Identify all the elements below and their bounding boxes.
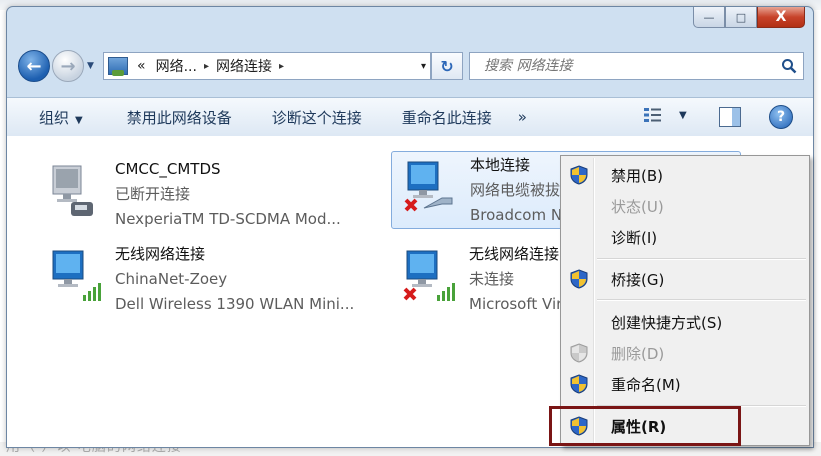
- connection-text: 本地连接 网络电缆被拔出 Broadcom NetLink: [470, 153, 570, 228]
- uac-shield-icon: [570, 165, 588, 185]
- menu-item-create-shortcut[interactable]: 创建快捷方式(S): [561, 307, 809, 337]
- more-commands-button[interactable]: »: [506, 108, 541, 126]
- help-button[interactable]: ?: [769, 105, 793, 129]
- uac-shield-icon: [570, 374, 588, 394]
- menu-item-label: 删除(D): [611, 344, 665, 363]
- connection-device: Microsoft Virtual: [469, 295, 569, 313]
- menu-item-label: 状态(U): [611, 197, 664, 216]
- connection-text: 无线网络连接 ChinaNet-Zoey Dell Wireless 1390 …: [115, 242, 354, 317]
- menu-item-label: 重命名(M): [611, 375, 681, 394]
- refresh-button[interactable]: ↻: [431, 52, 463, 80]
- uac-shield-icon: [570, 343, 588, 363]
- search-input[interactable]: [482, 57, 775, 75]
- view-details-icon: [644, 108, 661, 122]
- disable-device-label: 禁用此网络设备: [126, 108, 232, 127]
- close-button[interactable]: X: [757, 7, 805, 28]
- network-folder-icon: [108, 57, 128, 76]
- breadcrumb-separator-icon[interactable]: ▸: [277, 61, 286, 72]
- connection-text: 无线网络连接 未连接 Microsoft Virtual: [469, 242, 569, 317]
- preview-pane-button[interactable]: [719, 107, 741, 127]
- caption-buttons: — □ X: [693, 7, 805, 29]
- chevron-down-icon: ▼: [75, 114, 83, 126]
- diagnose-label: 诊断这个连接: [271, 108, 362, 127]
- menu-item-label: 禁用(B): [611, 166, 663, 185]
- menu-item-delete[interactable]: 删除(D): [561, 338, 809, 368]
- connection-item-wireless-1[interactable]: 无线网络连接 ChinaNet-Zoey Dell Wireless 1390 …: [37, 241, 367, 313]
- diagnose-button[interactable]: 诊断这个连接: [246, 107, 376, 128]
- address-bar[interactable]: « 网络... ▸ 网络连接 ▸ ▾: [103, 52, 431, 80]
- uac-shield-icon: [570, 269, 588, 289]
- connection-device: Broadcom NetLink: [470, 206, 570, 224]
- wireless-connection-icon: [52, 250, 101, 301]
- more-icon: »: [517, 108, 527, 126]
- chevron-down-icon: ▼: [679, 109, 687, 121]
- connection-name: 无线网络连接: [469, 245, 560, 263]
- connection-status: 未连接: [469, 270, 515, 288]
- rename-label: 重命名此连接: [401, 108, 492, 127]
- organize-menu[interactable]: 组织 ▼: [7, 107, 97, 128]
- connection-name: 无线网络连接: [115, 245, 206, 263]
- menu-separator: [597, 258, 806, 260]
- ethernet-connection-icon: [404, 161, 453, 212]
- menu-item-diagnose[interactable]: 诊断(I): [561, 222, 809, 252]
- connection-status: ChinaNet-Zoey: [115, 270, 228, 288]
- annotation-highlight-box: [549, 406, 741, 446]
- address-dropdown-icon[interactable]: ▾: [421, 61, 426, 72]
- modem-connection-icon: [52, 165, 93, 216]
- refresh-icon: ↻: [440, 56, 454, 76]
- back-arrow-icon: ←: [26, 55, 42, 77]
- breadcrumb-network-connections[interactable]: 网络连接: [211, 56, 277, 76]
- search-icon[interactable]: [775, 58, 803, 74]
- context-menu: 禁用(B) 状态(U) 诊断(I) 桥接(G) 创建快捷方式(S) 删除(D) …: [560, 155, 810, 446]
- menu-item-rename[interactable]: 重命名(M): [561, 369, 809, 399]
- connection-name: CMCC_CMTDS: [115, 160, 221, 178]
- breadcrumb-separator-icon[interactable]: ▸: [202, 61, 211, 72]
- search-box[interactable]: [469, 52, 804, 80]
- forward-arrow-icon: →: [60, 55, 76, 77]
- menu-separator: [597, 299, 806, 301]
- menu-item-label: 桥接(G): [611, 270, 665, 289]
- menu-item-status[interactable]: 状态(U): [561, 191, 809, 221]
- connection-name: 本地连接: [470, 156, 531, 174]
- menu-item-label: 创建快捷方式(S): [611, 313, 723, 332]
- maximize-icon: □: [735, 10, 747, 24]
- connection-item-wireless-2[interactable]: 无线网络连接 未连接 Microsoft Virtual: [391, 241, 571, 313]
- breadcrumb-network[interactable]: 网络...: [151, 56, 202, 76]
- recent-pages-dropdown[interactable]: ▼: [87, 61, 94, 71]
- wireless-connection-icon: [403, 250, 455, 301]
- menu-item-label: 诊断(I): [611, 228, 658, 247]
- organize-label: 组织: [39, 108, 70, 127]
- connection-status: 网络电缆被拔出: [470, 181, 570, 199]
- change-view-button[interactable]: ▼: [643, 107, 687, 123]
- minimize-icon: —: [703, 10, 715, 24]
- command-bar: 组织 ▼ 禁用此网络设备 诊断这个连接 重命名此连接 » ▼ ?: [7, 97, 813, 137]
- connection-status: 已断开连接: [115, 185, 191, 203]
- connection-item-cmcc[interactable]: CMCC_CMTDS 已断开连接 NexperiaTM TD-SCDMA Mod…: [37, 156, 367, 228]
- navigation-row: ← → ▼ « 网络... ▸ 网络连接 ▸ ▾ ↻: [7, 47, 813, 87]
- minimize-button[interactable]: —: [693, 7, 725, 28]
- close-icon: X: [775, 9, 787, 25]
- menu-item-disable[interactable]: 禁用(B): [561, 160, 809, 190]
- forward-button[interactable]: →: [52, 50, 84, 82]
- connection-device: NexperiaTM TD-SCDMA Mod...: [115, 210, 341, 228]
- help-icon: ?: [776, 109, 786, 125]
- rename-button[interactable]: 重命名此连接: [376, 107, 506, 128]
- maximize-button[interactable]: □: [725, 7, 757, 28]
- breadcrumb-overflow[interactable]: «: [132, 58, 151, 74]
- back-button[interactable]: ←: [18, 50, 50, 82]
- connection-text: CMCC_CMTDS 已断开连接 NexperiaTM TD-SCDMA Mod…: [115, 157, 341, 232]
- disable-device-button[interactable]: 禁用此网络设备: [97, 107, 246, 128]
- connection-device: Dell Wireless 1390 WLAN Mini...: [115, 295, 355, 313]
- menu-item-bridge[interactable]: 桥接(G): [561, 264, 809, 294]
